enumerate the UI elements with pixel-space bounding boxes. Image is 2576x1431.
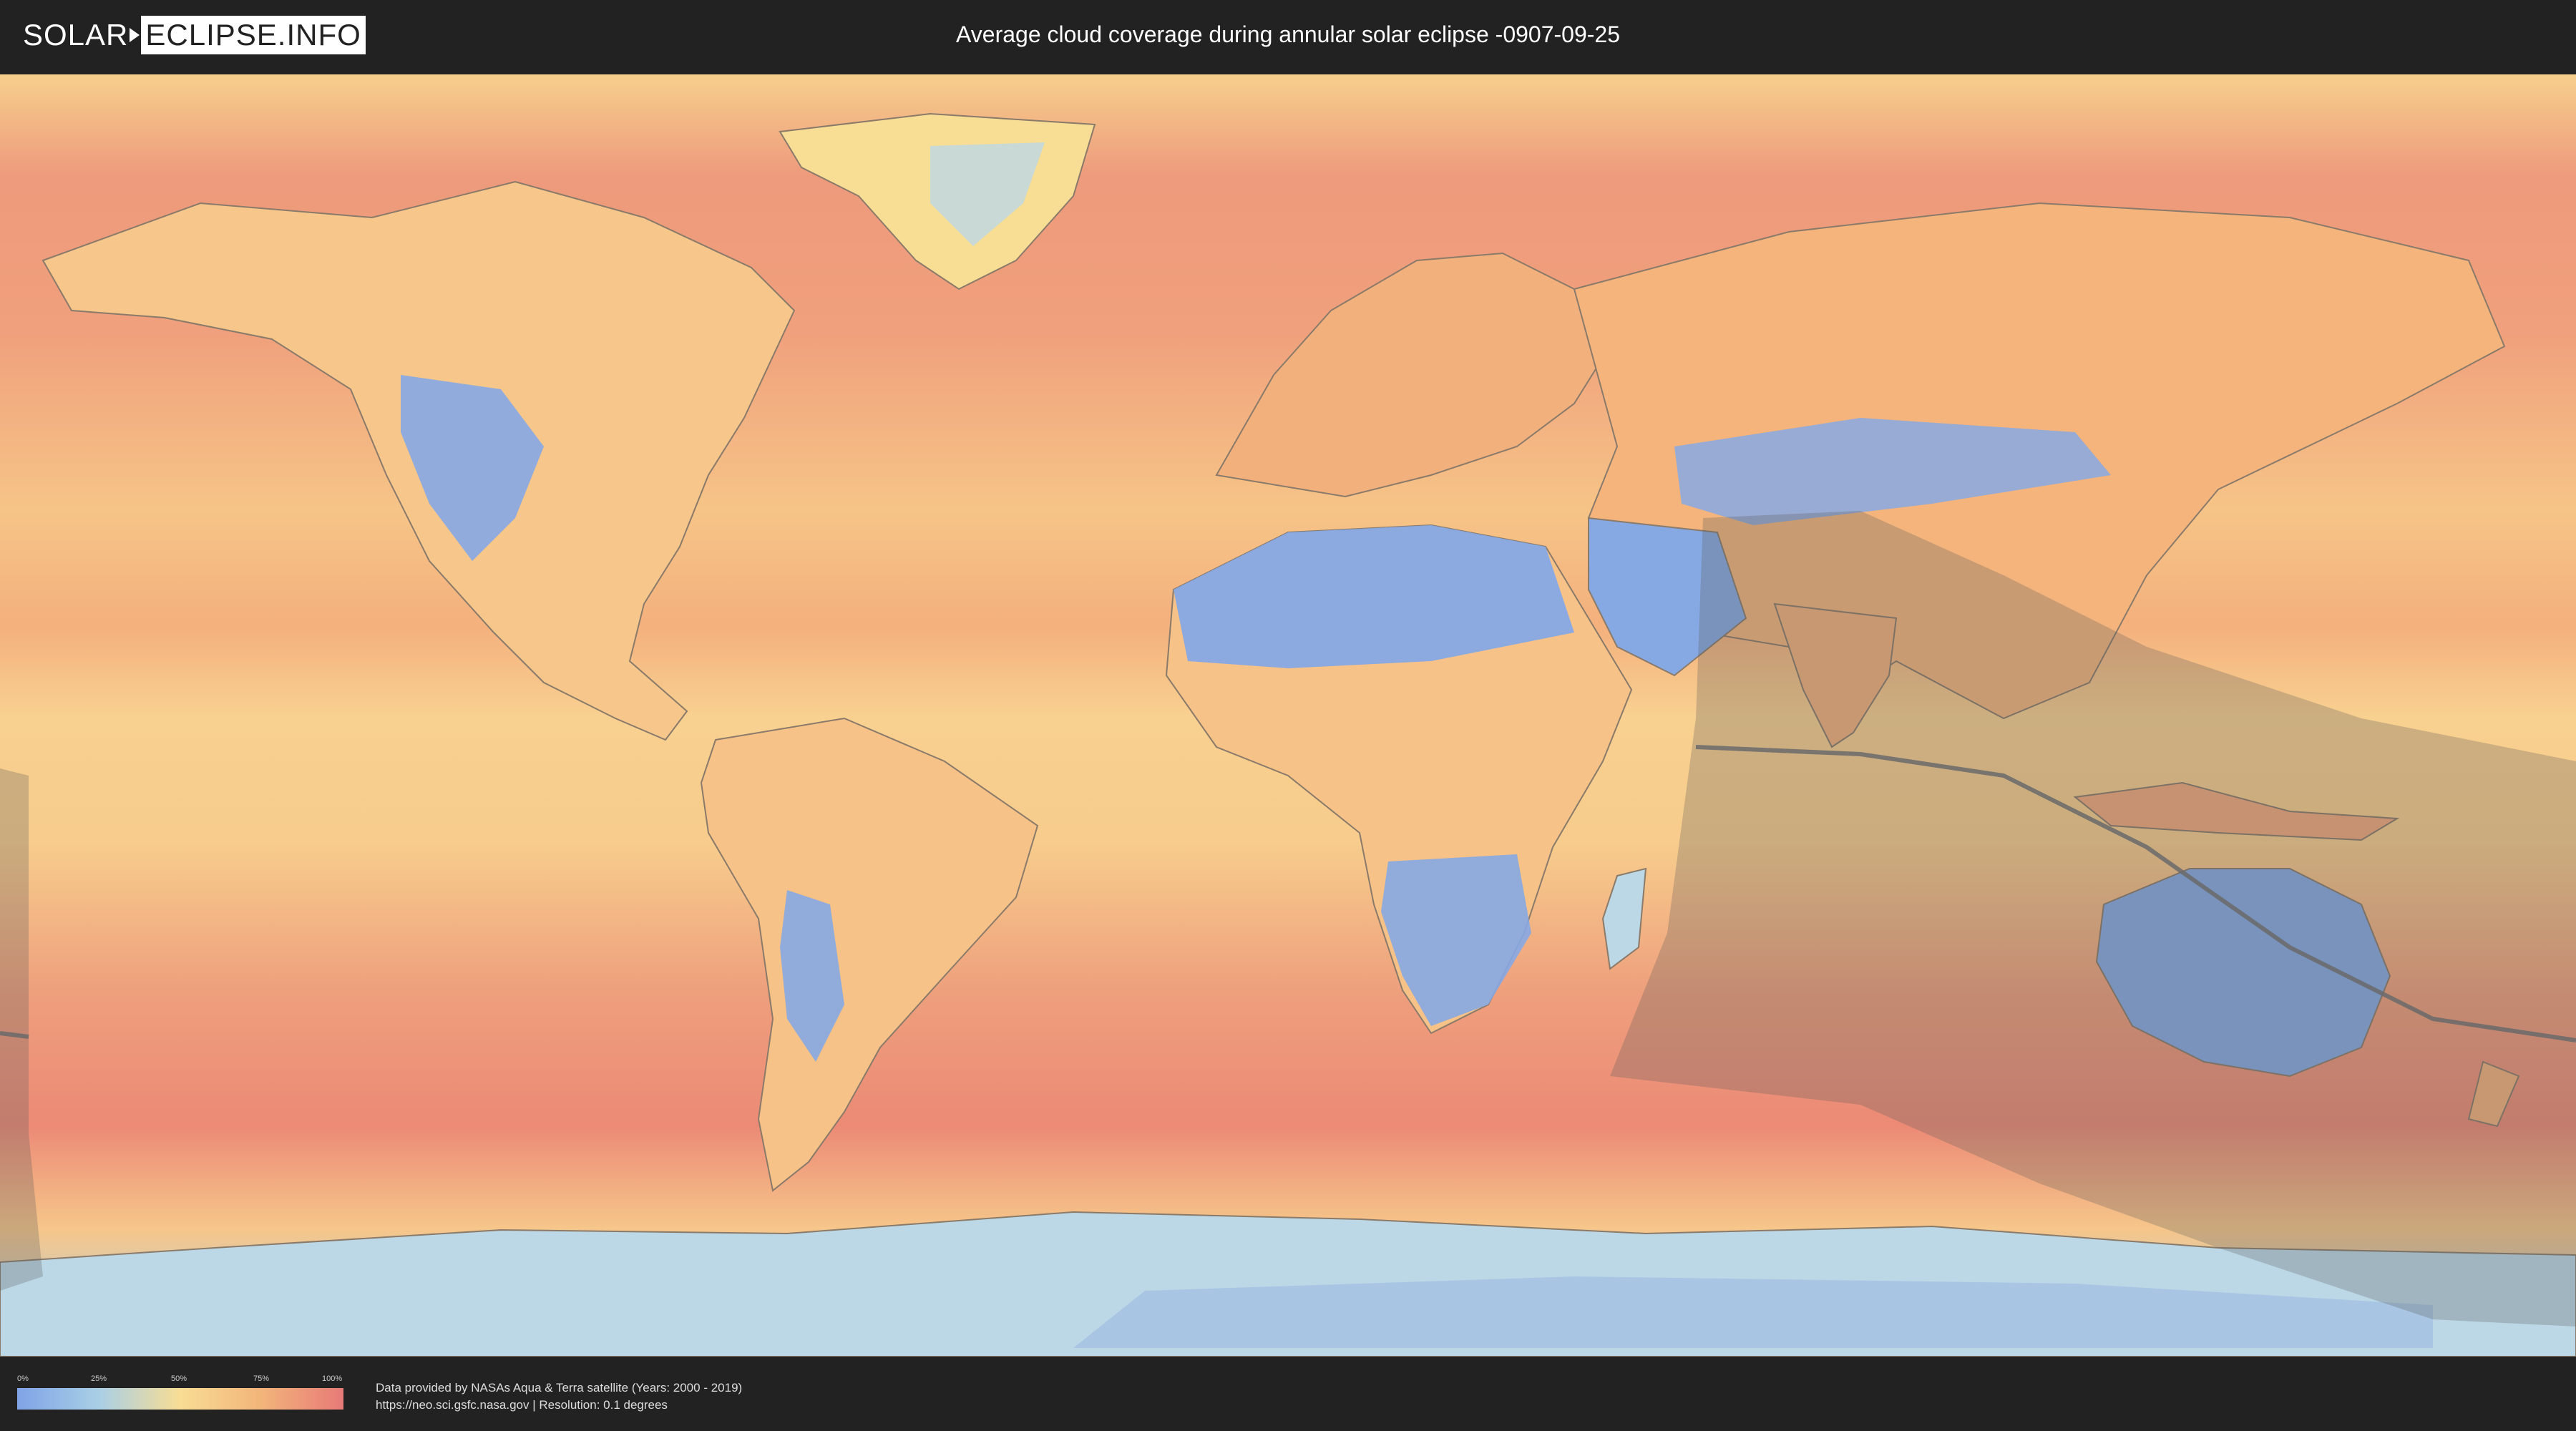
- legend-tick-0: 0%: [17, 1374, 29, 1383]
- legend-tick-75: 75%: [253, 1374, 270, 1383]
- credits-line-2[interactable]: https://neo.sci.gsfc.nasa.gov | Resoluti…: [376, 1397, 742, 1414]
- cloud-coverage-legend: 0% 25% 50% 75% 100%: [17, 1374, 343, 1414]
- data-credits: Data provided by NASAs Aqua & Terra sate…: [376, 1379, 742, 1414]
- legend-tick-100: 100%: [322, 1374, 343, 1383]
- credits-line-1: Data provided by NASAs Aqua & Terra sate…: [376, 1381, 743, 1395]
- legend-tick-50: 50%: [171, 1374, 187, 1383]
- legend-ticks: 0% 25% 50% 75% 100%: [17, 1374, 343, 1384]
- header: SOLAR ECLIPSE.INFO Average cloud coverag…: [0, 0, 2576, 72]
- footer: 0% 25% 50% 75% 100% Data provided by NAS…: [0, 1359, 2576, 1431]
- world-map-svg: [0, 74, 2576, 1357]
- legend-color-bar: [17, 1388, 343, 1410]
- cloud-coverage-map[interactable]: [0, 74, 2576, 1357]
- legend-tick-25: 25%: [91, 1374, 107, 1383]
- page-title: Average cloud coverage during annular so…: [956, 21, 1620, 47]
